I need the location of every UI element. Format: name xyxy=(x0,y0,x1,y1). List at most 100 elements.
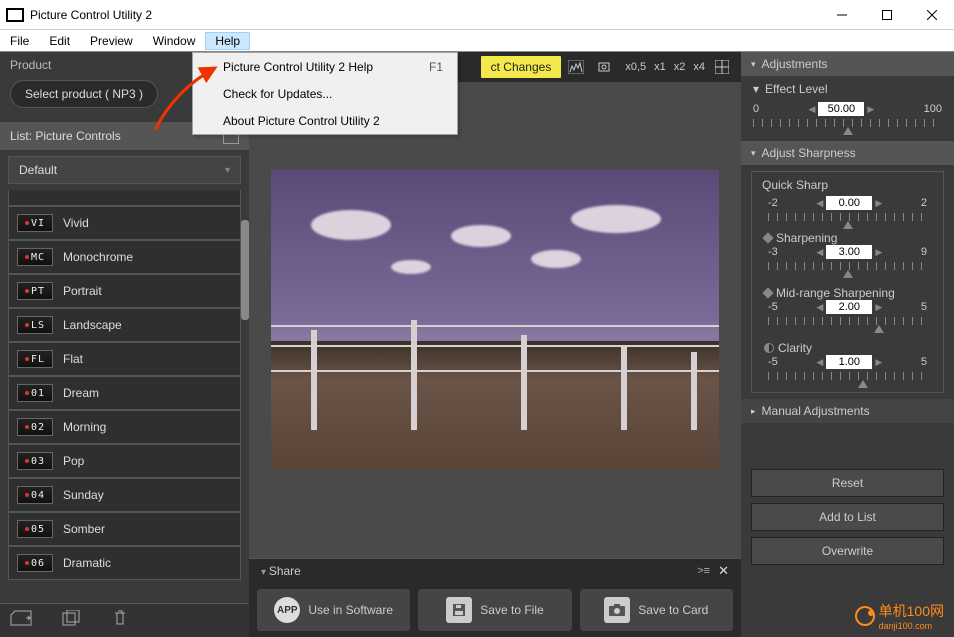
menu-edit[interactable]: Edit xyxy=(39,32,80,50)
zoom-1[interactable]: x1 xyxy=(652,61,668,73)
preset-name: Somber xyxy=(63,522,105,536)
reflect-changes-button[interactable]: ct Changes xyxy=(481,56,562,78)
share-buttons: APP Use in Software Save to File Save to… xyxy=(249,583,741,637)
sharpening-slider[interactable]: -3 ◀3.00▶ 9 xyxy=(756,245,939,276)
clarity-slider[interactable]: -5 ◀1.00▶ 5 xyxy=(756,355,939,386)
grid-icon[interactable] xyxy=(709,55,735,79)
list-item[interactable]: VIVivid xyxy=(8,206,241,240)
import-icon[interactable] xyxy=(10,610,32,631)
list-item[interactable]: MCMonochrome xyxy=(8,240,241,274)
app-icon: APP xyxy=(274,597,300,623)
zoom-controls: x0,5 x1 x2 x4 xyxy=(623,61,707,73)
reset-button[interactable]: Reset xyxy=(751,469,944,497)
preset-badge: 05 xyxy=(17,520,53,538)
decrement-icon[interactable]: ◀ xyxy=(805,104,818,114)
section-label: Adjust Sharpness xyxy=(762,146,856,160)
watermark-logo xyxy=(855,606,875,626)
decrement-icon[interactable]: ◀ xyxy=(813,357,826,367)
effect-level-header: ▾ Effect Level xyxy=(741,76,954,102)
use-in-software-button[interactable]: APP Use in Software xyxy=(257,589,410,631)
preset-badge: 01 xyxy=(17,384,53,402)
preview-image xyxy=(271,170,719,470)
manual-adjustments-header[interactable]: ▸ Manual Adjustments xyxy=(741,399,954,423)
help-menu-about[interactable]: About Picture Control Utility 2 xyxy=(193,107,457,134)
slider-max: 100 xyxy=(924,103,942,115)
slider-min: -2 xyxy=(768,197,778,209)
list-item[interactable]: 06Dramatic xyxy=(8,546,241,580)
slider-value[interactable]: 2.00 xyxy=(826,300,872,314)
close-icon[interactable]: ✕ xyxy=(718,563,729,579)
collapse-icon[interactable]: >≡ xyxy=(697,565,710,577)
camera-icon xyxy=(604,597,630,623)
list-item[interactable]: LSLandscape xyxy=(8,308,241,342)
quick-sharp-slider[interactable]: -2 ◀0.00▶ 2 xyxy=(756,196,939,227)
save-to-file-button[interactable]: Save to File xyxy=(418,589,571,631)
midrange-slider[interactable]: -5 ◀2.00▶ 5 xyxy=(756,300,939,331)
close-button[interactable] xyxy=(909,0,954,30)
histogram-icon[interactable] xyxy=(563,55,589,79)
preset-name: Dream xyxy=(63,386,99,400)
slider-min: 0 xyxy=(753,103,759,115)
increment-icon[interactable]: ▶ xyxy=(872,302,885,312)
menu-window[interactable]: Window xyxy=(143,32,206,50)
default-label: Default xyxy=(19,163,57,177)
zoom-0-5[interactable]: x0,5 xyxy=(623,61,648,73)
increment-icon[interactable]: ▶ xyxy=(864,104,877,114)
decrement-icon[interactable]: ◀ xyxy=(813,247,826,257)
preset-name: Landscape xyxy=(63,318,122,332)
delete-icon[interactable] xyxy=(112,610,128,631)
list-item[interactable]: 02Morning xyxy=(8,410,241,444)
preset-badge: 04 xyxy=(17,486,53,504)
slider-max: 5 xyxy=(921,301,927,313)
share-bar: ▾ Share >≡ ✕ APP Use in Software Save to… xyxy=(249,558,741,637)
list-item[interactable]: 03Pop xyxy=(8,444,241,478)
share-header: ▾ Share >≡ ✕ xyxy=(249,559,741,583)
adjustments-header[interactable]: ▾ Adjustments xyxy=(741,52,954,76)
list-item[interactable]: 05 Somber xyxy=(8,512,241,546)
overwrite-button[interactable]: Overwrite xyxy=(751,537,944,565)
slider-max: 2 xyxy=(921,197,927,209)
copy-icon[interactable] xyxy=(62,610,82,631)
menu-file[interactable]: File xyxy=(0,32,39,50)
list-item[interactable] xyxy=(8,190,241,206)
chevron-down-icon: ▾ xyxy=(751,148,756,159)
help-menu-help[interactable]: Picture Control Utility 2 Help F1 xyxy=(193,53,457,80)
zoom-4[interactable]: x4 xyxy=(691,61,707,73)
list-item[interactable]: FLFlat xyxy=(8,342,241,376)
minimize-button[interactable] xyxy=(819,0,864,30)
preset-badge: VI xyxy=(17,214,53,232)
menu-preview[interactable]: Preview xyxy=(80,32,143,50)
save-to-card-button[interactable]: Save to Card xyxy=(580,589,733,631)
slider-value[interactable]: 1.00 xyxy=(826,355,872,369)
watermark: 单机100网 danji100.com xyxy=(855,601,944,631)
maximize-button[interactable] xyxy=(864,0,909,30)
add-to-list-button[interactable]: Add to List xyxy=(751,503,944,531)
slider-value[interactable]: 0.00 xyxy=(826,196,872,210)
slider-value[interactable]: 3.00 xyxy=(826,245,872,259)
increment-icon[interactable]: ▶ xyxy=(872,247,885,257)
help-menu-updates[interactable]: Check for Updates... xyxy=(193,80,457,107)
app-title: Picture Control Utility 2 xyxy=(30,8,819,22)
effect-level-slider[interactable]: 0 ◀50.00▶ 100 xyxy=(741,102,954,133)
decrement-icon[interactable]: ◀ xyxy=(813,302,826,312)
right-panel: ▾ Adjustments ▾ Effect Level 0 ◀50.00▶ 1… xyxy=(741,52,954,637)
sharpness-header[interactable]: ▾ Adjust Sharpness xyxy=(741,141,954,165)
center-panel: ct Changes x0,5 x1 x2 x4 xyxy=(249,52,741,637)
decrement-icon[interactable]: ◀ xyxy=(813,198,826,208)
list-item[interactable]: PTPortrait xyxy=(8,274,241,308)
menu-help[interactable]: Help xyxy=(205,32,250,50)
product-select[interactable]: Select product ( NP3 ) xyxy=(10,80,158,108)
list-item[interactable]: 01 Dream xyxy=(8,376,241,410)
default-select[interactable]: Default ▾ xyxy=(8,156,241,184)
section-label: Manual Adjustments xyxy=(762,404,870,418)
preview-area xyxy=(249,82,741,558)
increment-icon[interactable]: ▶ xyxy=(872,357,885,367)
scrollbar-thumb[interactable] xyxy=(241,220,249,320)
zoom-2[interactable]: x2 xyxy=(672,61,688,73)
left-toolbar xyxy=(0,603,249,637)
preset-name: Dramatic xyxy=(63,556,111,570)
slider-value[interactable]: 50.00 xyxy=(818,102,864,116)
list-item[interactable]: 04Sunday xyxy=(8,478,241,512)
fit-icon[interactable] xyxy=(591,55,617,79)
increment-icon[interactable]: ▶ xyxy=(872,198,885,208)
